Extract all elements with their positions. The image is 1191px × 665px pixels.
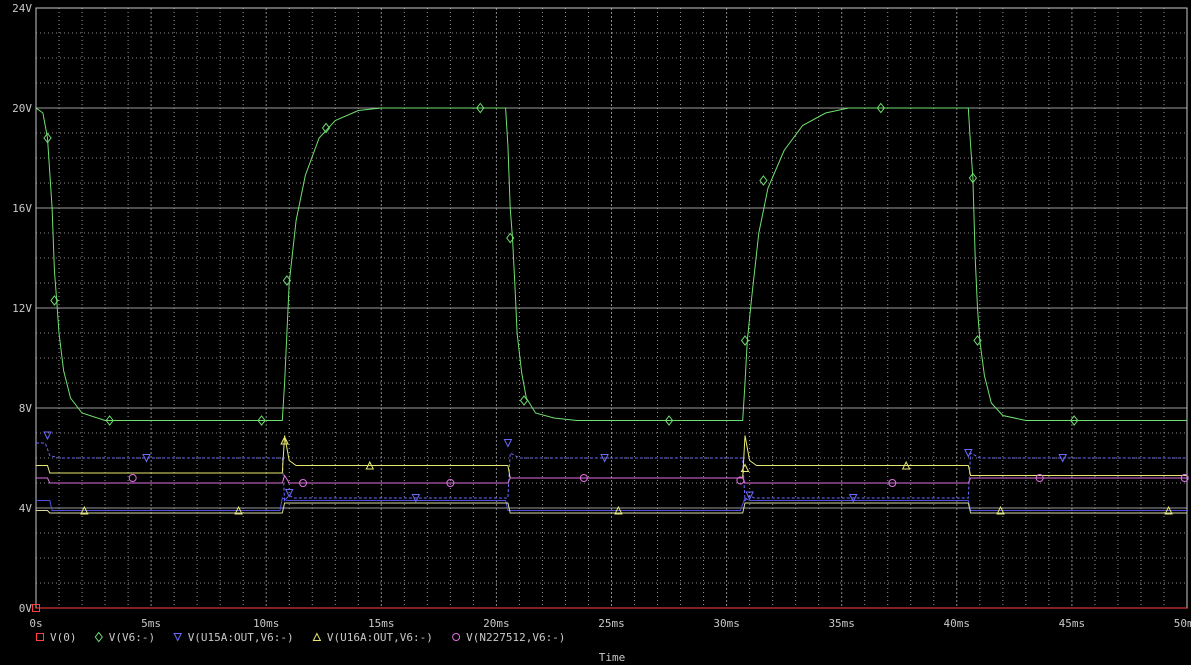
y-tick-label: 20V: [12, 102, 32, 115]
legend-label: V(0): [50, 631, 77, 644]
series-0: [32, 604, 1187, 612]
x-tick-label: 30ms: [713, 617, 740, 630]
x-tick-label: 20ms: [483, 617, 510, 630]
legend: V(0) V(V6:-) V(U15A:OUT,V6:-) V(U16A:OUT,V6…: [36, 631, 565, 644]
x-tick-label: 35ms: [828, 617, 855, 630]
series-4: [36, 474, 1189, 487]
legend-label: V(U15A:OUT,V6:-): [188, 631, 294, 644]
data-point-marker: [128, 474, 137, 482]
y-tick-label: 24V: [12, 2, 32, 15]
y-tick-label: 0V: [19, 602, 33, 615]
data-point-marker: [759, 175, 768, 186]
x-tick-label: 50ms: [1174, 617, 1191, 630]
legend-label: V(U16A:OUT,V6:-): [327, 631, 433, 644]
x-tick-label: 5ms: [141, 617, 161, 630]
grid-lines: [35, 7, 1188, 609]
waveform-traces: [32, 102, 1189, 612]
legend-item: V(U15A:OUT,V6:-): [173, 631, 294, 644]
legend-label: V(N227512,V6:-): [466, 631, 565, 644]
data-point-marker: [43, 431, 52, 441]
series-line: [36, 442, 1187, 502]
legend-item: V(V6:-): [94, 631, 155, 644]
legend-marker: [36, 633, 44, 641]
x-tick-label: 25ms: [598, 617, 625, 630]
simulation-plot: 0V 4V 8V 12V 16V 20V 24V 0s 5ms 10ms 15ms 20ms 25ms…: [12, 2, 1191, 664]
legend-item: V(0): [36, 631, 77, 644]
series-2: [36, 431, 1187, 511]
data-point-marker: [740, 463, 750, 472]
y-axis-ticks: 0V 4V 8V 12V 16V 20V 24V: [12, 2, 32, 615]
y-tick-label: 16V: [12, 202, 32, 215]
x-tick-label: 0s: [29, 617, 42, 630]
x-axis-label: Time: [599, 651, 626, 664]
series-3: [36, 435, 1187, 515]
x-tick-label: 10ms: [253, 617, 280, 630]
x-tick-label: 40ms: [944, 617, 971, 630]
legend-marker: [94, 631, 103, 643]
legend-marker: [452, 633, 461, 641]
legend-item: V(N227512,V6:-): [452, 631, 565, 644]
x-tick-label: 15ms: [368, 617, 395, 630]
legend-marker: [312, 632, 322, 641]
data-point-marker: [503, 439, 513, 448]
legend-item: V(U16A:OUT,V6:-): [312, 631, 433, 644]
x-tick-label: 45ms: [1059, 617, 1086, 630]
legend-marker: [173, 633, 183, 642]
y-tick-label: 12V: [12, 302, 32, 315]
y-tick-label: 4V: [19, 502, 33, 515]
legend-label: V(V6:-): [109, 631, 155, 644]
y-tick-label: 8V: [19, 402, 33, 415]
x-axis-ticks: 0s 5ms 10ms 15ms 20ms 25ms 30ms 35ms 40ms 45ms 50m…: [29, 617, 1191, 630]
